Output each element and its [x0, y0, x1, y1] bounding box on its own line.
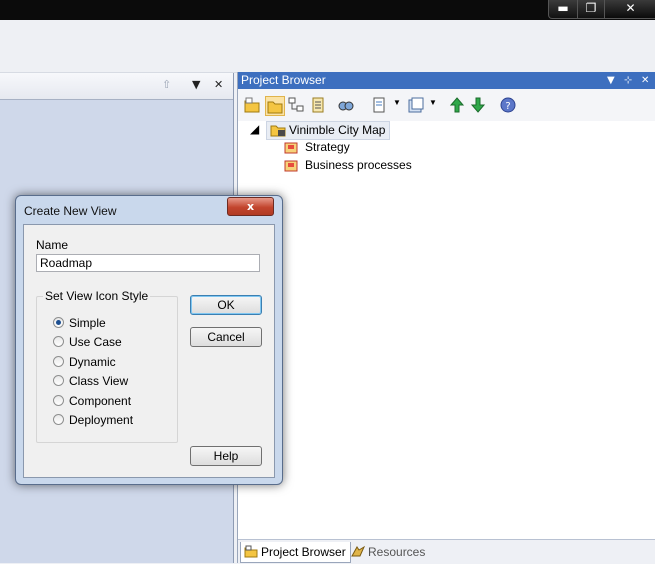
tab-project-browser[interactable]: Project Browser: [240, 542, 351, 563]
minimize-icon: ▬: [557, 1, 569, 15]
find-icon[interactable]: [337, 96, 355, 114]
restore-icon: ❐: [585, 1, 597, 15]
close-icon: x: [246, 200, 255, 213]
tree-root[interactable]: Vinimble City Map: [266, 121, 391, 140]
project-browser-panel: Project Browser ▼ ⊹ ✕ ▼ ▼ ? ◢ Vinimble C…: [237, 72, 655, 564]
new-element-icon[interactable]: [309, 96, 327, 114]
icon-style-legend: Set View Icon Style: [43, 289, 151, 303]
radio-selected-indicator: [53, 317, 64, 328]
radio-indicator: [53, 395, 64, 406]
window-close-button[interactable]: ✕: [604, 0, 655, 19]
view-icon: [284, 160, 298, 172]
help-button[interactable]: Help: [190, 446, 262, 466]
panel-close-icon[interactable]: ✕: [641, 72, 649, 89]
diagram-pane-header: ⇧ ▼ ✕: [0, 73, 233, 100]
close-icon: ✕: [625, 1, 636, 15]
model-icon: [270, 125, 286, 137]
name-label: Name: [36, 238, 69, 252]
radio-label: Class View: [69, 374, 129, 388]
dialog-body: Name Set View Icon Style Simple Use Case…: [23, 224, 275, 478]
project-browser-toolbar: ▼ ▼ ?: [238, 89, 655, 121]
pane-close-icon[interactable]: ✕: [214, 78, 223, 91]
radio-indicator: [53, 375, 64, 386]
tree-item-label: Business processes: [305, 158, 412, 172]
name-field[interactable]: [36, 254, 260, 272]
pin-icon[interactable]: ⊹: [624, 72, 632, 89]
restore-button[interactable]: ❐: [577, 0, 605, 19]
panel-dropdown-icon[interactable]: ▼: [607, 72, 615, 89]
dialog-close-button[interactable]: x: [227, 197, 274, 216]
tree-expander[interactable]: ◢: [250, 121, 259, 138]
radio-label: Use Case: [69, 335, 122, 349]
tab-resources[interactable]: Resources: [348, 542, 429, 562]
new-model-icon[interactable]: [243, 96, 261, 114]
project-browser-title: Project Browser: [241, 73, 326, 87]
project-browser-tab-strip: Project Browser Resources: [238, 539, 655, 564]
radio-label: Component: [69, 394, 132, 408]
radio-indicator: [53, 336, 64, 347]
pane-dropdown-icon[interactable]: ▼: [192, 78, 200, 91]
radio-indicator: [53, 356, 64, 367]
tree-item-label: Strategy: [305, 140, 350, 154]
root-label: Vinimble City Map: [289, 123, 386, 137]
minimize-button[interactable]: ▬: [548, 0, 578, 19]
tree-item-strategy[interactable]: Strategy: [284, 139, 350, 156]
collapse-icon[interactable]: ⇧: [162, 78, 171, 91]
ok-button[interactable]: OK: [190, 295, 262, 315]
help-icon[interactable]: ?: [499, 96, 517, 114]
move-down-icon[interactable]: [469, 96, 487, 114]
project-browser-tab-icon: [244, 545, 258, 558]
project-browser-title-bar: Project Browser ▼ ⊹ ✕: [238, 72, 655, 89]
create-new-view-dialog: Create New View x Name Set View Icon Sty…: [15, 195, 283, 485]
window-title-bar: ▬ ❐ ✕: [0, 0, 655, 20]
dialog-title: Create New View: [24, 204, 117, 218]
svg-text:?: ?: [505, 101, 510, 112]
documentation-dropdown-icon[interactable]: ▼: [429, 98, 437, 107]
tree-item-business-processes[interactable]: Business processes: [284, 157, 412, 174]
radio-label: Simple: [69, 316, 106, 330]
properties-icon[interactable]: [371, 96, 389, 114]
resources-icon: [351, 545, 365, 557]
documentation-icon[interactable]: [407, 96, 425, 114]
main-toolbar-area: [0, 20, 655, 73]
new-package-icon[interactable]: [265, 96, 285, 116]
radio-label: Deployment: [69, 413, 134, 427]
new-diagram-icon[interactable]: [287, 96, 305, 114]
radio-indicator: [53, 414, 64, 425]
tab-label: Project Browser: [261, 545, 346, 559]
radio-label: Dynamic: [69, 355, 116, 369]
properties-dropdown-icon[interactable]: ▼: [393, 98, 401, 107]
tab-label: Resources: [368, 545, 426, 559]
cancel-button[interactable]: Cancel: [190, 327, 262, 347]
view-icon: [284, 142, 298, 154]
move-up-icon[interactable]: [448, 96, 466, 114]
